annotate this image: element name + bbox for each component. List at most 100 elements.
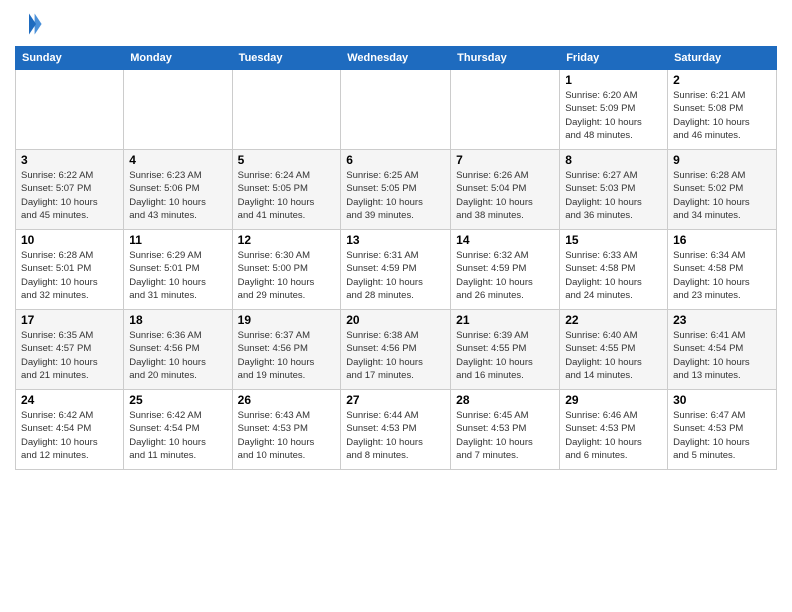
calendar-day-cell: 25 Sunrise: 6:42 AM Sunset: 4:54 PM Dayli…	[124, 390, 232, 470]
day-number: 3	[21, 153, 118, 167]
day-number: 21	[456, 313, 554, 327]
weekday-header: Monday	[124, 47, 232, 70]
day-number: 25	[129, 393, 226, 407]
day-info: Sunrise: 6:28 AM Sunset: 5:01 PM Dayligh…	[21, 249, 118, 302]
calendar-header-row: SundayMondayTuesdayWednesdayThursdayFrid…	[16, 47, 777, 70]
calendar-day-cell	[451, 70, 560, 150]
day-number: 28	[456, 393, 554, 407]
day-number: 27	[346, 393, 445, 407]
day-info: Sunrise: 6:41 AM Sunset: 4:54 PM Dayligh…	[673, 329, 771, 382]
day-info: Sunrise: 6:38 AM Sunset: 4:56 PM Dayligh…	[346, 329, 445, 382]
day-info: Sunrise: 6:47 AM Sunset: 4:53 PM Dayligh…	[673, 409, 771, 462]
day-info: Sunrise: 6:44 AM Sunset: 4:53 PM Dayligh…	[346, 409, 445, 462]
day-number: 24	[21, 393, 118, 407]
calendar-day-cell: 17Sunrise: 6:35 AM Sunset: 4:57 PM Dayli…	[16, 310, 124, 390]
calendar-day-cell: 24 Sunrise: 6:42 AM Sunset: 4:54 PM Dayli…	[16, 390, 124, 470]
day-number: 5	[238, 153, 336, 167]
day-number: 7	[456, 153, 554, 167]
day-info: Sunrise: 6:21 AM Sunset: 5:08 PM Dayligh…	[673, 89, 771, 142]
weekday-header: Sunday	[16, 47, 124, 70]
day-info: Sunrise: 6:37 AM Sunset: 4:56 PM Dayligh…	[238, 329, 336, 382]
day-info: Sunrise: 6:46 AM Sunset: 4:53 PM Dayligh…	[565, 409, 662, 462]
calendar-day-cell: 27 Sunrise: 6:44 AM Sunset: 4:53 PM Dayli…	[341, 390, 451, 470]
calendar-day-cell: 16 Sunrise: 6:34 AM Sunset: 4:58 PM Dayli…	[668, 230, 777, 310]
calendar-day-cell: 13Sunrise: 6:31 AM Sunset: 4:59 PM Dayli…	[341, 230, 451, 310]
calendar-day-cell: 5 Sunrise: 6:24 AM Sunset: 5:05 PM Daylig…	[232, 150, 341, 230]
logo-icon	[15, 10, 43, 38]
calendar-container: SundayMondayTuesdayWednesdayThursdayFrid…	[0, 0, 792, 612]
day-info: Sunrise: 6:29 AM Sunset: 5:01 PM Dayligh…	[129, 249, 226, 302]
day-info: Sunrise: 6:30 AM Sunset: 5:00 PM Dayligh…	[238, 249, 336, 302]
calendar-day-cell: 1Sunrise: 6:20 AM Sunset: 5:09 PM Daylig…	[560, 70, 668, 150]
calendar-day-cell: 3 Sunrise: 6:22 AM Sunset: 5:07 PM Daylig…	[16, 150, 124, 230]
weekday-header: Friday	[560, 47, 668, 70]
weekday-header: Tuesday	[232, 47, 341, 70]
day-info: Sunrise: 6:28 AM Sunset: 5:02 PM Dayligh…	[673, 169, 771, 222]
day-number: 22	[565, 313, 662, 327]
day-number: 26	[238, 393, 336, 407]
day-number: 8	[565, 153, 662, 167]
day-info: Sunrise: 6:42 AM Sunset: 4:54 PM Dayligh…	[21, 409, 118, 462]
day-info: Sunrise: 6:42 AM Sunset: 4:54 PM Dayligh…	[129, 409, 226, 462]
calendar-day-cell: 29 Sunrise: 6:46 AM Sunset: 4:53 PM Dayli…	[560, 390, 668, 470]
calendar-week-row: 24 Sunrise: 6:42 AM Sunset: 4:54 PM Dayli…	[16, 390, 777, 470]
calendar-day-cell: 15 Sunrise: 6:33 AM Sunset: 4:58 PM Dayli…	[560, 230, 668, 310]
calendar-day-cell: 6 Sunrise: 6:25 AM Sunset: 5:05 PM Daylig…	[341, 150, 451, 230]
calendar-day-cell: 12 Sunrise: 6:30 AM Sunset: 5:00 PM Dayli…	[232, 230, 341, 310]
calendar-day-cell: 19 Sunrise: 6:37 AM Sunset: 4:56 PM Dayli…	[232, 310, 341, 390]
calendar-day-cell: 18 Sunrise: 6:36 AM Sunset: 4:56 PM Dayli…	[124, 310, 232, 390]
header	[15, 10, 777, 38]
day-number: 18	[129, 313, 226, 327]
day-number: 15	[565, 233, 662, 247]
calendar-week-row: 17Sunrise: 6:35 AM Sunset: 4:57 PM Dayli…	[16, 310, 777, 390]
calendar-day-cell: 20 Sunrise: 6:38 AM Sunset: 4:56 PM Dayli…	[341, 310, 451, 390]
day-number: 9	[673, 153, 771, 167]
day-number: 23	[673, 313, 771, 327]
day-number: 29	[565, 393, 662, 407]
logo	[15, 10, 45, 38]
day-info: Sunrise: 6:25 AM Sunset: 5:05 PM Dayligh…	[346, 169, 445, 222]
day-info: Sunrise: 6:36 AM Sunset: 4:56 PM Dayligh…	[129, 329, 226, 382]
day-info: Sunrise: 6:45 AM Sunset: 4:53 PM Dayligh…	[456, 409, 554, 462]
weekday-header: Saturday	[668, 47, 777, 70]
weekday-header: Wednesday	[341, 47, 451, 70]
day-info: Sunrise: 6:33 AM Sunset: 4:58 PM Dayligh…	[565, 249, 662, 302]
day-number: 6	[346, 153, 445, 167]
day-number: 13	[346, 233, 445, 247]
day-info: Sunrise: 6:23 AM Sunset: 5:06 PM Dayligh…	[129, 169, 226, 222]
day-number: 10	[21, 233, 118, 247]
day-number: 2	[673, 73, 771, 87]
day-number: 19	[238, 313, 336, 327]
day-number: 17	[21, 313, 118, 327]
day-number: 20	[346, 313, 445, 327]
day-info: Sunrise: 6:24 AM Sunset: 5:05 PM Dayligh…	[238, 169, 336, 222]
calendar-day-cell: 26Sunrise: 6:43 AM Sunset: 4:53 PM Dayli…	[232, 390, 341, 470]
calendar-day-cell: 4 Sunrise: 6:23 AM Sunset: 5:06 PM Daylig…	[124, 150, 232, 230]
calendar-day-cell: 9 Sunrise: 6:28 AM Sunset: 5:02 PM Daylig…	[668, 150, 777, 230]
day-number: 16	[673, 233, 771, 247]
calendar-day-cell: 8Sunrise: 6:27 AM Sunset: 5:03 PM Daylig…	[560, 150, 668, 230]
day-number: 1	[565, 73, 662, 87]
day-number: 4	[129, 153, 226, 167]
calendar-day-cell	[232, 70, 341, 150]
calendar-day-cell: 22Sunrise: 6:40 AM Sunset: 4:55 PM Dayli…	[560, 310, 668, 390]
calendar-day-cell: 10 Sunrise: 6:28 AM Sunset: 5:01 PM Dayli…	[16, 230, 124, 310]
calendar-day-cell: 7 Sunrise: 6:26 AM Sunset: 5:04 PM Daylig…	[451, 150, 560, 230]
calendar-table: SundayMondayTuesdayWednesdayThursdayFrid…	[15, 46, 777, 470]
day-info: Sunrise: 6:26 AM Sunset: 5:04 PM Dayligh…	[456, 169, 554, 222]
weekday-header: Thursday	[451, 47, 560, 70]
calendar-day-cell: 21 Sunrise: 6:39 AM Sunset: 4:55 PM Dayli…	[451, 310, 560, 390]
calendar-day-cell	[16, 70, 124, 150]
calendar-day-cell	[124, 70, 232, 150]
day-number: 30	[673, 393, 771, 407]
calendar-day-cell: 23 Sunrise: 6:41 AM Sunset: 4:54 PM Dayli…	[668, 310, 777, 390]
calendar-day-cell: 2 Sunrise: 6:21 AM Sunset: 5:08 PM Daylig…	[668, 70, 777, 150]
day-number: 12	[238, 233, 336, 247]
calendar-week-row: 1Sunrise: 6:20 AM Sunset: 5:09 PM Daylig…	[16, 70, 777, 150]
day-info: Sunrise: 6:22 AM Sunset: 5:07 PM Dayligh…	[21, 169, 118, 222]
day-info: Sunrise: 6:34 AM Sunset: 4:58 PM Dayligh…	[673, 249, 771, 302]
day-number: 14	[456, 233, 554, 247]
calendar-day-cell: 14Sunrise: 6:32 AM Sunset: 4:59 PM Dayli…	[451, 230, 560, 310]
day-info: Sunrise: 6:39 AM Sunset: 4:55 PM Dayligh…	[456, 329, 554, 382]
calendar-day-cell	[341, 70, 451, 150]
